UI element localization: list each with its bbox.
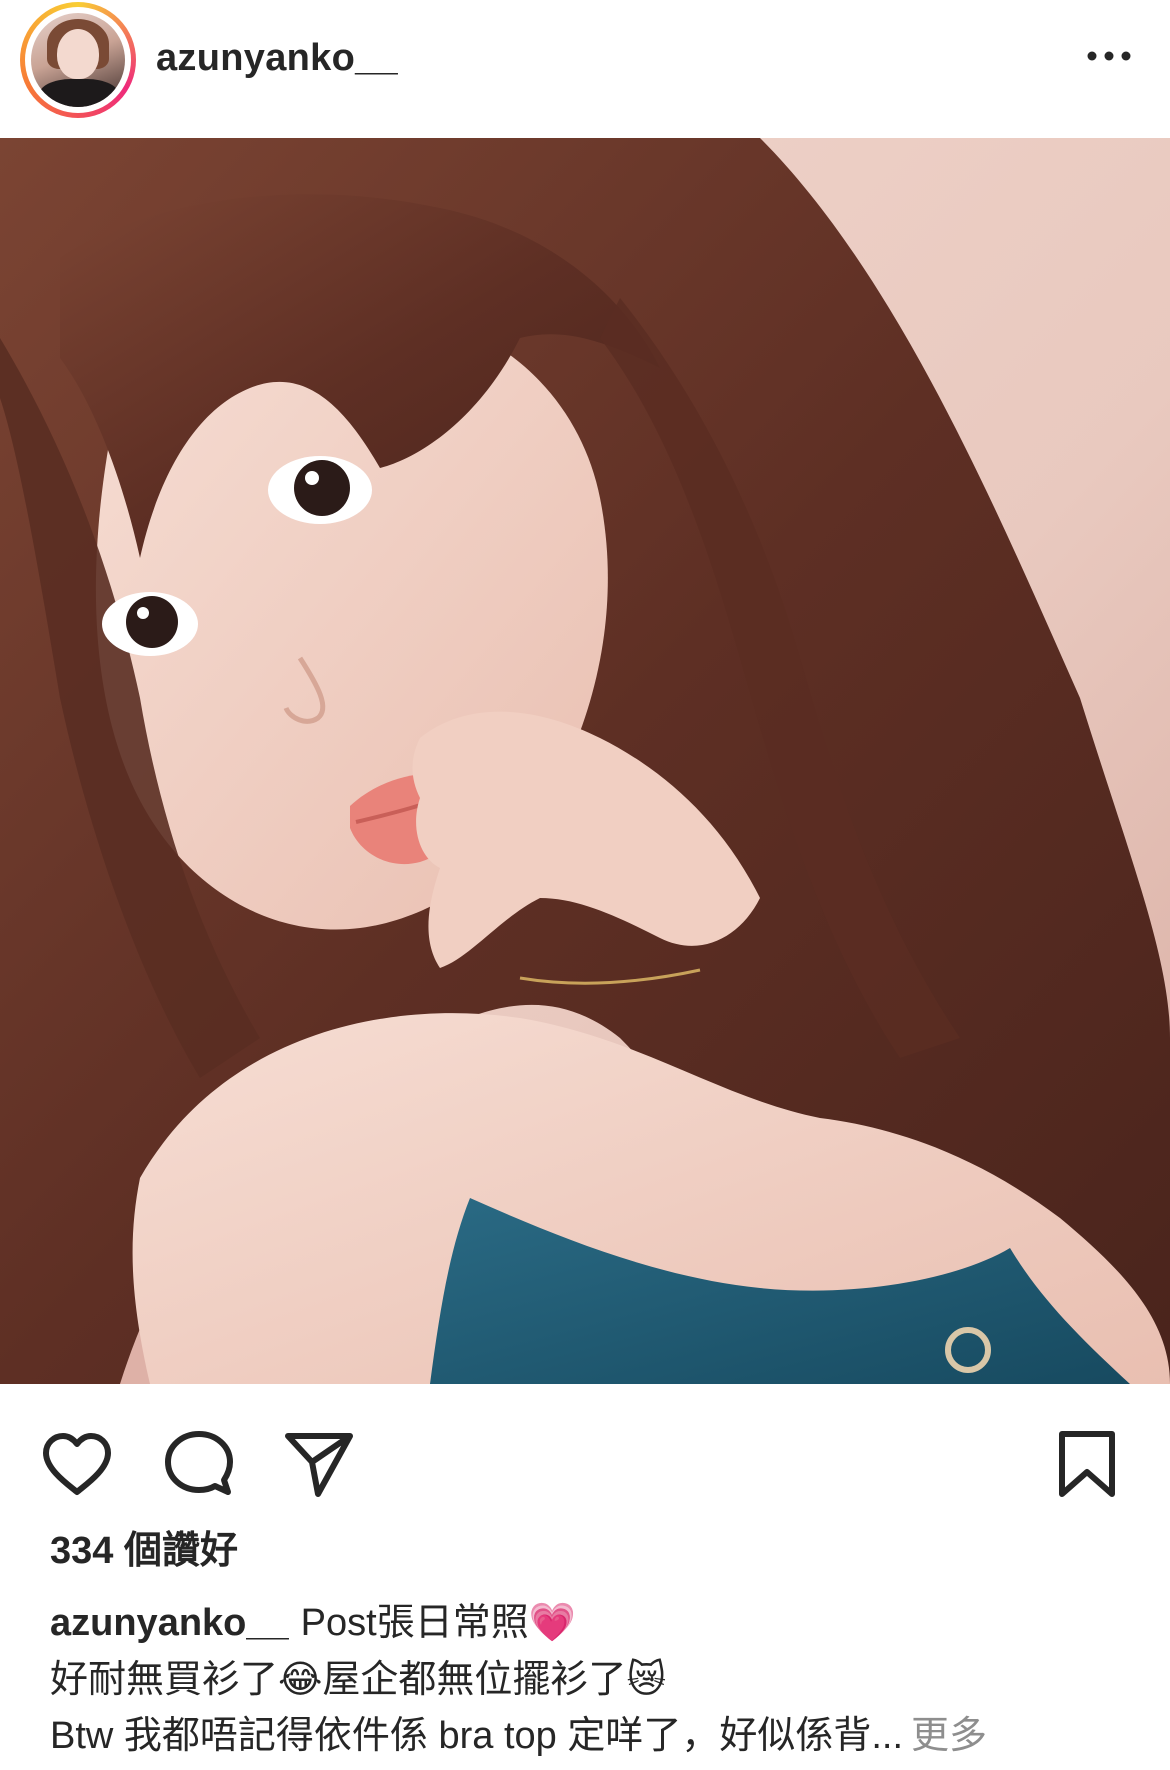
header-username[interactable]: azunyanko__ bbox=[156, 36, 398, 80]
heart-emoji: 💗 bbox=[528, 1600, 577, 1644]
more-horizontal-icon[interactable] bbox=[1086, 46, 1132, 66]
caption-line-3-text: Btw 我都唔記得依件係 bra top 定咩了，好似係背... bbox=[50, 1715, 903, 1757]
right-eye-iris bbox=[294, 460, 350, 516]
left-eye-iris bbox=[126, 596, 178, 648]
comment-icon[interactable] bbox=[162, 1428, 236, 1502]
post-caption: azunyanko__ Post張日常照💗 好耐無買衫了😂屋企都無位擺衫了😿 Bt… bbox=[50, 1594, 1130, 1764]
bookmark-icon[interactable] bbox=[1054, 1428, 1120, 1502]
story-ring[interactable] bbox=[20, 2, 136, 118]
laughing-emoji: 😂 bbox=[278, 1657, 323, 1701]
right-eye-highlight bbox=[305, 471, 319, 485]
action-bar bbox=[0, 1384, 1170, 1514]
selfie-photo bbox=[0, 138, 1170, 1384]
post-header: azunyanko__ bbox=[0, 0, 1170, 138]
post-photo[interactable] bbox=[0, 138, 1170, 1384]
caption-line-2-part-2: 屋企都無位擺衫了 bbox=[322, 1659, 627, 1701]
heart-icon[interactable] bbox=[40, 1428, 114, 1502]
caption-username[interactable]: azunyanko__ bbox=[50, 1602, 289, 1644]
caption-line-3: Btw 我都唔記得依件係 bra top 定咩了，好似係背... 更多 bbox=[50, 1708, 1130, 1764]
caption-line-1: azunyanko__ Post張日常照💗 bbox=[50, 1594, 1130, 1651]
caption-more-link[interactable]: 更多 bbox=[911, 1715, 987, 1757]
caption-line-1-text: Post張日常照 bbox=[300, 1602, 529, 1644]
likes-count[interactable]: 334 個讚好 bbox=[50, 1526, 238, 1576]
avatar-face bbox=[57, 29, 99, 79]
avatar-frame bbox=[25, 7, 131, 113]
crying-cat-emoji: 😿 bbox=[626, 1657, 667, 1701]
avatar[interactable] bbox=[31, 13, 125, 107]
avatar-shirt bbox=[39, 79, 119, 107]
left-eye-highlight bbox=[137, 607, 149, 619]
caption-line-2-part-1: 好耐無買衫了 bbox=[50, 1659, 279, 1701]
send-icon[interactable] bbox=[282, 1428, 356, 1502]
caption-line-2: 好耐無買衫了😂屋企都無位擺衫了😿 bbox=[50, 1651, 1130, 1708]
